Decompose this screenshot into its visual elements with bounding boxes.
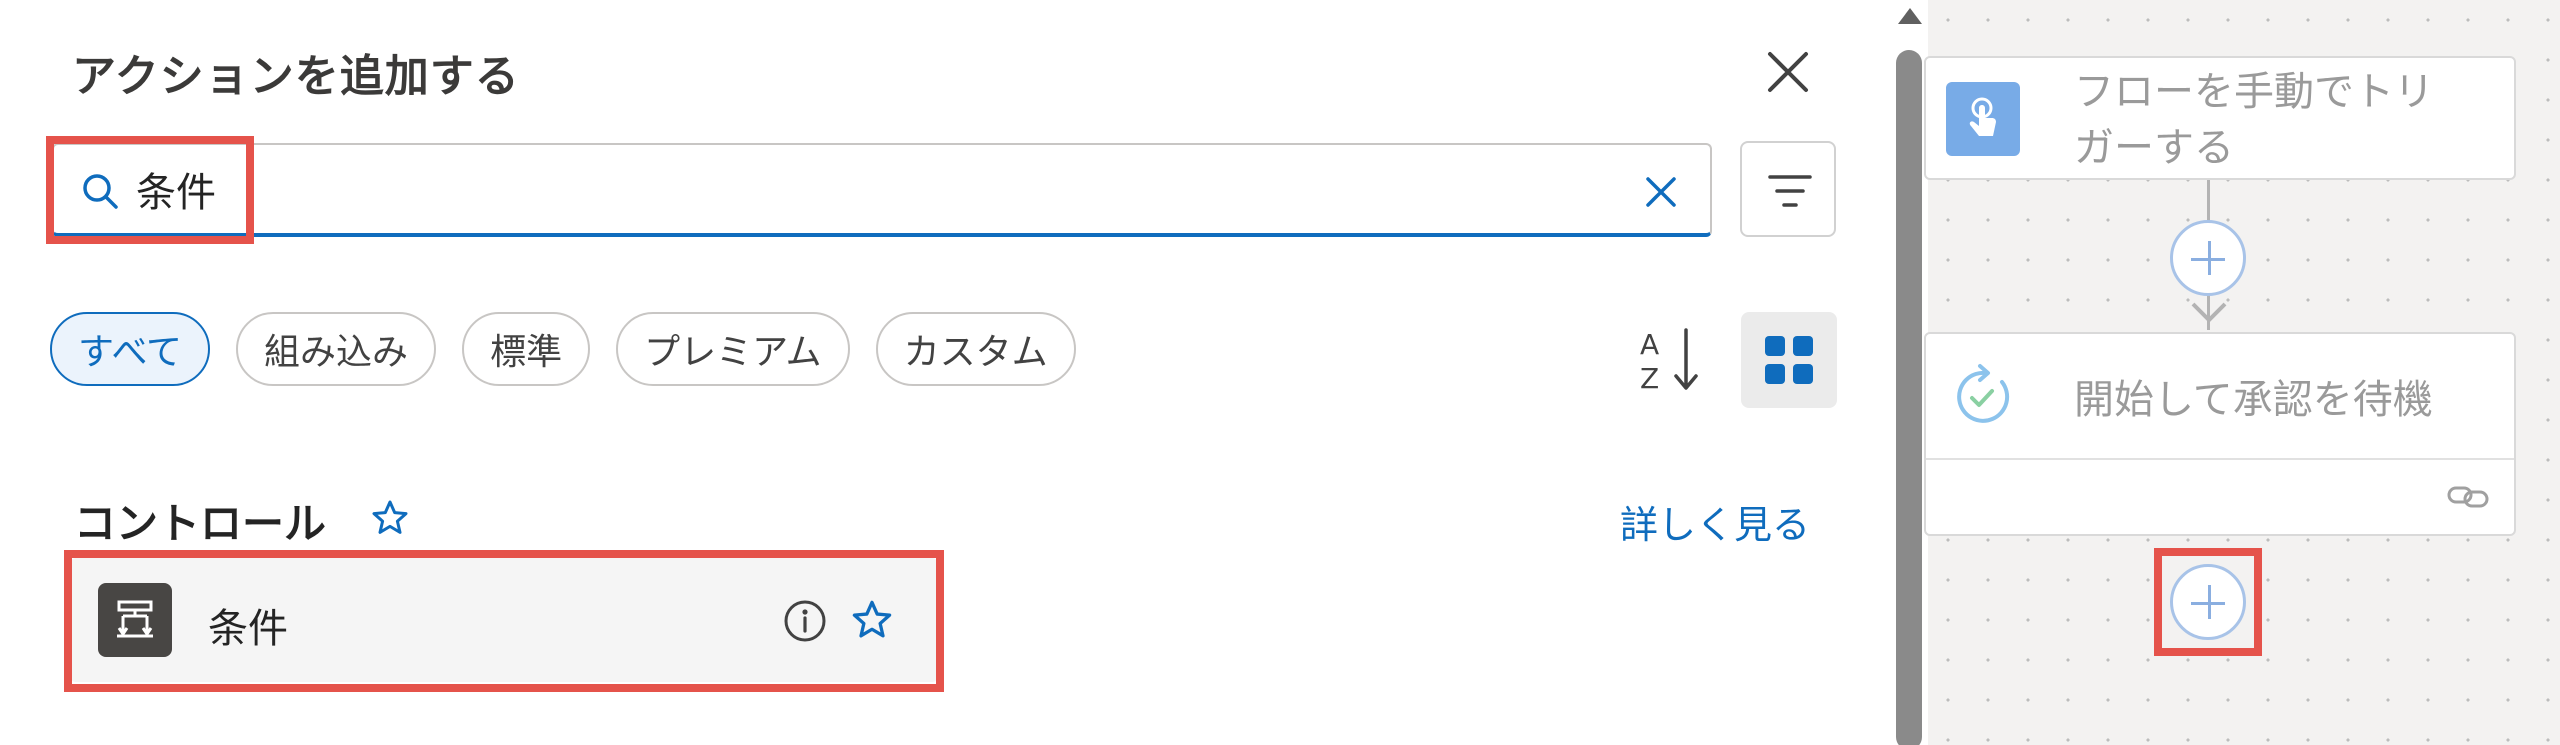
link-icon[interactable] xyxy=(2446,482,2490,512)
flow-canvas: フローを手動でトリ ガーする 開始して承認を待機 xyxy=(1924,0,2560,745)
flow-node-title-line2: ガーする xyxy=(2074,125,2234,171)
info-icon[interactable] xyxy=(782,598,828,644)
search-input[interactable] xyxy=(136,157,1636,221)
scroll-thumb[interactable] xyxy=(1896,50,1922,745)
search-box[interactable] xyxy=(52,143,1712,237)
sort-button[interactable]: A Z xyxy=(1636,322,1706,396)
app-root: アクションを追加する すべて 組み込み 標準 プレミアム xyxy=(0,0,2560,745)
approval-icon xyxy=(1957,364,2010,423)
section-title: コントロール xyxy=(74,499,327,548)
connector-arrow-icon xyxy=(2191,302,2227,323)
add-action-panel: アクションを追加する すべて 組み込み 標準 プレミアム xyxy=(0,0,1890,745)
category-filter-chips: すべて 組み込み 標準 プレミアム カスタム xyxy=(50,312,1076,386)
clear-search-icon[interactable] xyxy=(1644,175,1678,209)
favorite-star-icon[interactable] xyxy=(370,498,410,538)
node-divider xyxy=(1926,458,2514,460)
condition-icon xyxy=(98,583,172,657)
sort-az-icon: A Z xyxy=(1640,328,1698,395)
flow-node-title-line1: フローを手動でトリ xyxy=(2074,69,2434,115)
favorite-star-icon[interactable] xyxy=(850,598,894,642)
close-button[interactable] xyxy=(1760,44,1816,100)
filter-button[interactable] xyxy=(1740,141,1836,237)
search-icon xyxy=(83,174,118,209)
flow-node-approval[interactable]: 開始して承認を待機 xyxy=(1924,332,2516,536)
chip-custom[interactable]: カスタム xyxy=(875,312,1076,386)
panel-title: アクションを追加する xyxy=(72,51,520,102)
svg-text:A: A xyxy=(1640,328,1659,361)
flow-node-title: 開始して承認を待機 xyxy=(2074,377,2433,423)
chip-standard[interactable]: 標準 xyxy=(462,312,591,386)
action-item-condition[interactable]: 条件 xyxy=(70,558,938,682)
panel-scrollbar[interactable] xyxy=(1890,0,1928,745)
chip-premium[interactable]: プレミアム xyxy=(616,312,850,386)
scroll-up-arrow-icon[interactable] xyxy=(1898,8,1922,24)
flow-node-manual-trigger[interactable]: フローを手動でトリ ガーする xyxy=(1924,56,2516,180)
touch-trigger-icon xyxy=(1946,82,2020,156)
svg-text:Z: Z xyxy=(1640,362,1659,395)
close-icon xyxy=(1768,52,1808,92)
filter-icon xyxy=(1768,175,1812,207)
see-more-link[interactable]: 詳しく見る xyxy=(1620,494,1810,549)
chip-builtin[interactable]: 組み込み xyxy=(236,312,437,386)
grid-view-button[interactable] xyxy=(1741,312,1837,408)
action-item-label: 条件 xyxy=(208,606,288,652)
insert-step-button[interactable] xyxy=(2170,564,2246,640)
insert-step-button[interactable] xyxy=(2170,220,2246,296)
chip-all[interactable]: すべて xyxy=(50,312,211,386)
flow-node-title: フローを手動でトリ ガーする xyxy=(2074,64,2434,176)
